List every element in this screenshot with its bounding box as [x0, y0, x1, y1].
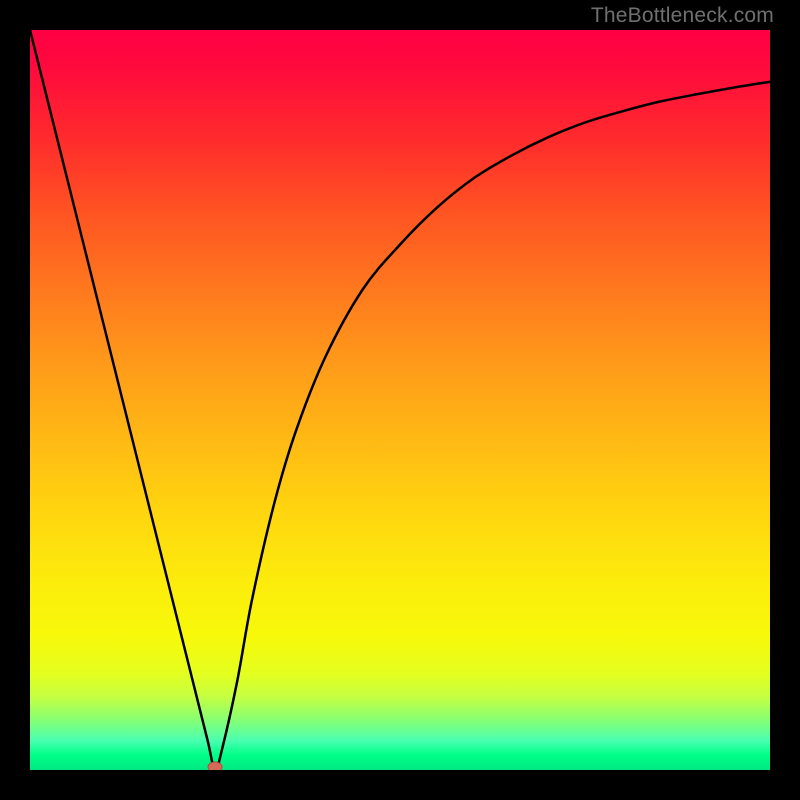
plot-area [30, 30, 770, 770]
chart-frame: TheBottleneck.com [0, 0, 800, 800]
bottleneck-curve-svg [30, 30, 770, 770]
bottleneck-curve [30, 30, 770, 770]
optimal-point-marker [208, 762, 222, 770]
attribution-label: TheBottleneck.com [591, 4, 774, 28]
